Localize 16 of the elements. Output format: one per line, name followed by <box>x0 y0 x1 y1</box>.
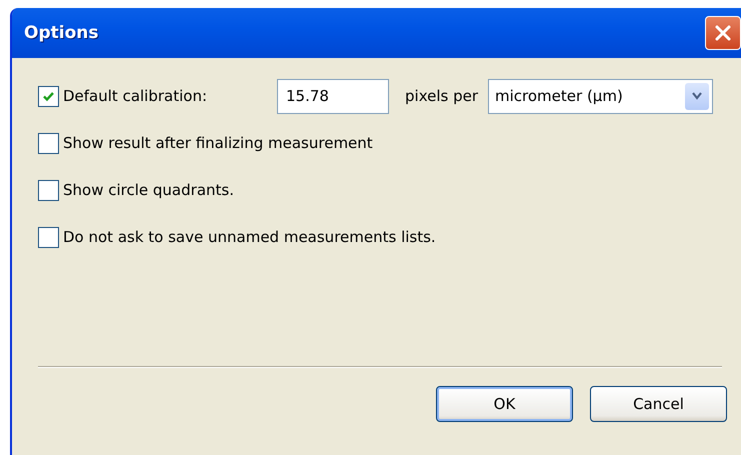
cancel-button[interactable]: Cancel <box>590 386 727 422</box>
unit-dropdown[interactable]: micrometer (µm) <box>488 78 714 114</box>
ok-button[interactable]: OK <box>436 386 573 422</box>
checkbox-label[interactable]: Show circle quadrants. <box>63 181 234 199</box>
chevron-down-icon <box>691 91 704 101</box>
window-title: Options <box>24 23 98 43</box>
checkbox[interactable] <box>38 86 59 106</box>
checkbox[interactable] <box>38 132 59 154</box>
close-button[interactable] <box>705 16 741 50</box>
checkbox[interactable] <box>38 180 59 200</box>
checkbox-label[interactable]: Show result after finalizing measurement <box>63 134 373 152</box>
checkbox-label[interactable]: Default calibration: <box>63 87 277 105</box>
checkbox[interactable] <box>38 226 59 248</box>
calibration-input[interactable]: 15.78 <box>277 78 389 114</box>
unit-label: pixels per <box>405 87 478 105</box>
checkbox-label[interactable]: Do not ask to save unnamed measurements lists. <box>63 228 436 246</box>
